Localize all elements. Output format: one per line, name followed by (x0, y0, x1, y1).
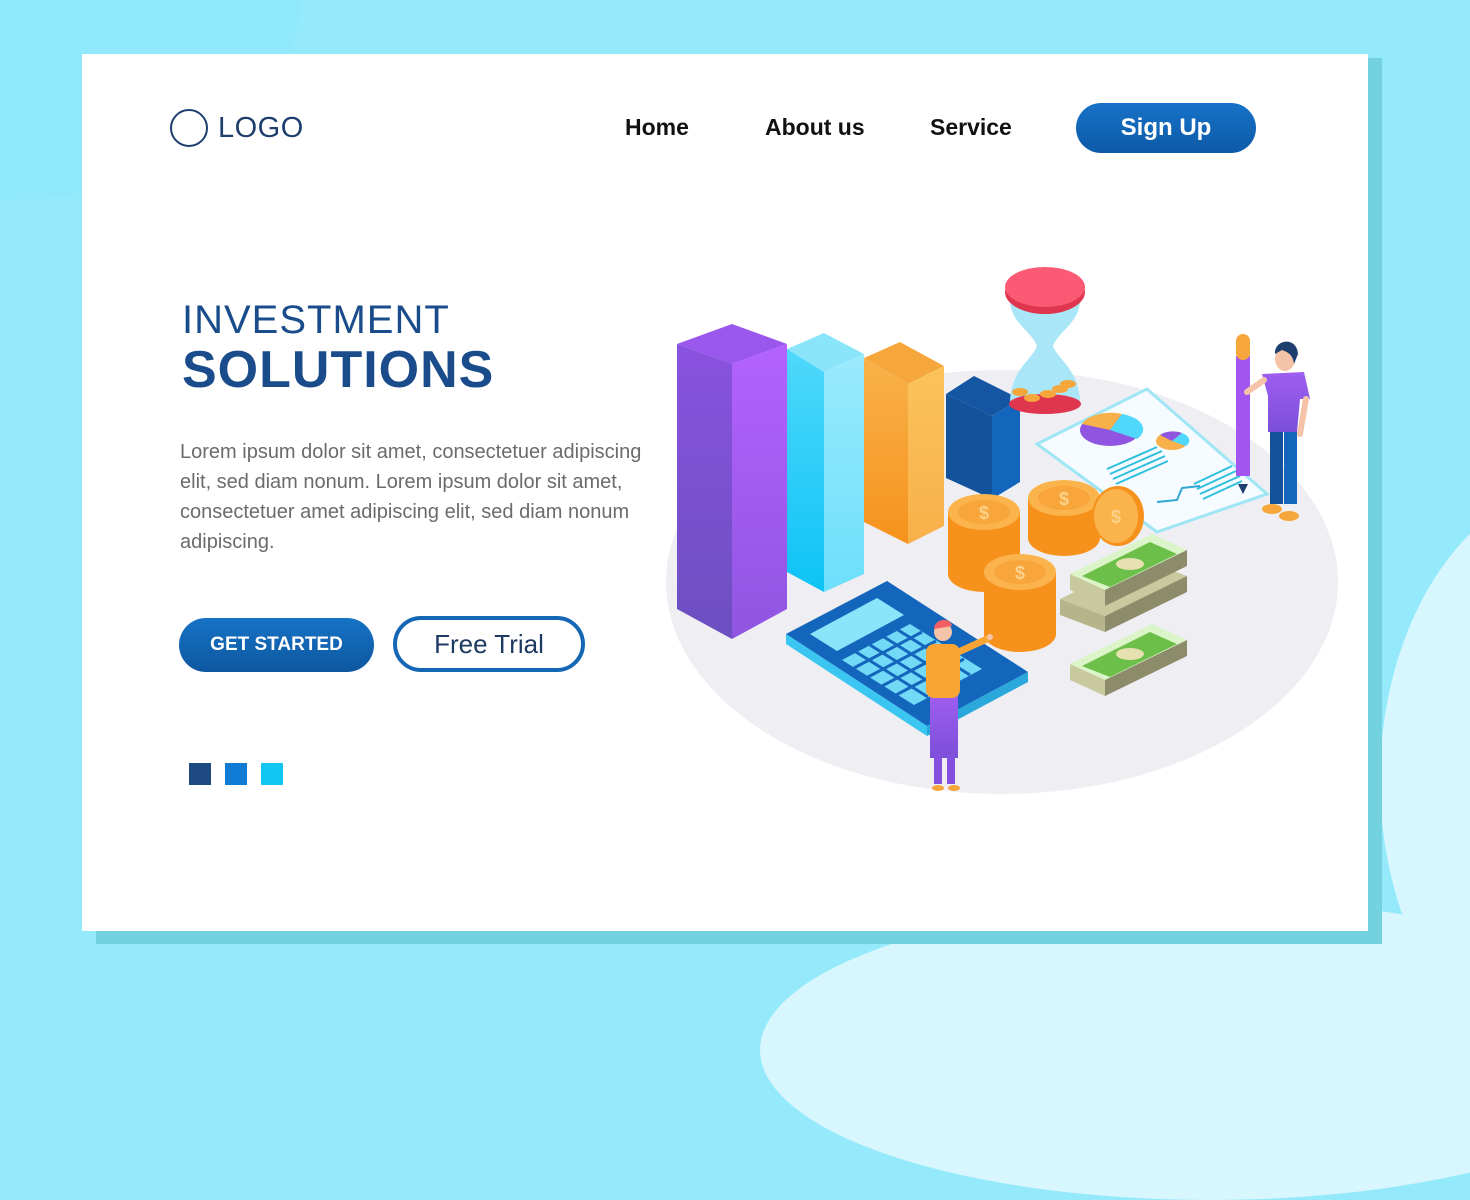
landing-card: LOGO Home About us Service Sign Up INVES… (82, 54, 1368, 931)
coin-stack: $ (1028, 480, 1100, 556)
pencil-icon (1236, 334, 1250, 494)
background-blob (760, 900, 1470, 1200)
svg-text:$: $ (1111, 507, 1121, 527)
svg-text:$: $ (1059, 489, 1069, 509)
svg-text:$: $ (979, 503, 989, 523)
coin-tilted: $ (1092, 486, 1144, 546)
svg-text:$: $ (1015, 563, 1025, 583)
hourglass-icon (1005, 267, 1085, 414)
coin-stack: $ (984, 554, 1056, 652)
investment-illustration: $ $ $ $ (666, 267, 1338, 794)
